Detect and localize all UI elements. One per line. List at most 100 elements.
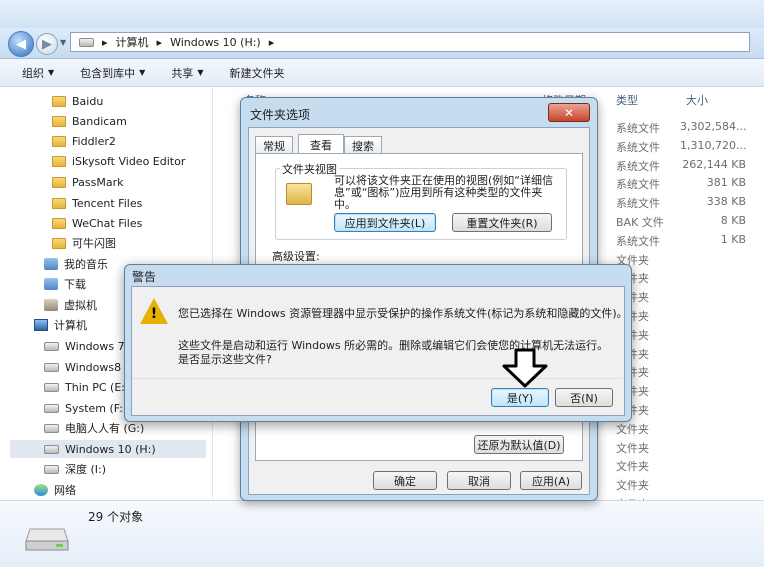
recent-pages-chevron-icon[interactable]: ▼ [60,38,66,47]
no-button[interactable]: 否(N) [555,388,613,407]
file-type-cell: 文件夹 [616,460,649,474]
folder-icon [52,115,66,127]
file-type-cell: 文件夹 [616,479,649,493]
folder-icon [52,135,66,147]
share-menu[interactable]: 共享 ▼ [171,65,203,81]
nav-item-label: 我的音乐 [64,258,108,271]
nav-item-label: System (F:) [65,401,128,415]
nav-item[interactable]: 计算机 [34,316,87,334]
nav-item-label: 计算机 [54,319,87,332]
nav-item-label: Baidu [72,94,104,108]
folder-icon [52,237,66,249]
nav-item-label: 下载 [64,278,86,291]
drive-icon [44,382,59,392]
forward-button[interactable]: ▶ [36,33,58,55]
column-header-type[interactable]: 类型 [616,92,638,108]
folder-options-title: 文件夹选项 [250,108,311,122]
nav-item[interactable]: iSkysoft Video Editor [52,152,185,170]
down-arrow-annotation-icon [502,348,548,388]
folder-icon [52,197,66,209]
nav-item[interactable]: Bandicam [52,112,127,130]
warning-title: 警告 [132,270,157,284]
nav-item[interactable]: Fiddler2 [52,132,116,150]
folder-view-icon [286,183,312,205]
drive-icon [44,444,59,454]
file-type-cell: 文件夹 [616,422,649,436]
share-label: 共享 [171,66,194,80]
nav-item[interactable]: System (F:) [44,399,127,417]
nav-item[interactable]: 我的音乐 [44,255,108,273]
nav-item-label: WeChat Files [72,216,143,230]
drive-icon [44,403,59,413]
nav-item-label: 电脑人人有 (G:) [65,422,145,435]
address-bar[interactable]: ▸ 计算机 ▸ Windows 10 (H:) ▸ [70,32,750,52]
column-header-size[interactable]: 大小 [686,92,708,108]
nav-item[interactable]: 深度 (I:) [44,460,106,478]
chevron-down-icon: ▼ [139,68,146,77]
nav-item-label: Bandicam [72,114,127,128]
folder-icon [52,155,66,167]
chevron-down-icon: ▼ [48,68,55,77]
nav-item[interactable]: 网络 [34,481,76,499]
back-button[interactable]: ◀ [8,31,34,57]
organize-menu[interactable]: 组织 ▼ [22,65,54,81]
nav-item-label: Tencent Files [72,196,143,210]
nav-item[interactable]: Baidu [52,92,103,110]
nav-item-label: 可牛闪图 [72,237,116,250]
new-folder-label: 新建文件夹 [229,66,285,80]
nav-item[interactable]: Windows 7 [44,337,125,355]
file-size-cell: 3,302,584... [680,120,747,133]
restore-defaults-button[interactable]: 还原为默认值(D) [474,435,564,454]
apply-to-folders-button[interactable]: 应用到文件夹(L) [334,213,436,232]
nav-item-label: 虚拟机 [64,299,97,312]
nav-item-label: 网络 [54,484,76,497]
breadcrumb-drive[interactable]: Windows 10 (H:) [170,36,261,49]
yes-button[interactable]: 是(Y) [491,388,549,407]
file-type-cell: 系统文件 [616,197,660,211]
nav-item-label: iSkysoft Video Editor [72,154,186,168]
ok-button[interactable]: 确定 [373,471,437,490]
warning-message-line3: 是否显示这些文件? [178,353,272,366]
breadcrumb-separator-icon: ▸ [156,35,163,49]
tab-view[interactable]: 查看 [298,134,344,155]
computer-icon [34,319,48,331]
include-in-library-label: 包含到库中 [80,66,136,80]
file-size-cell: 338 KB [706,195,746,209]
breadcrumb-separator-icon: ▸ [102,35,108,49]
nav-item[interactable]: Tencent Files [52,194,142,212]
hard-drive-icon [25,528,69,551]
file-type-cell: 系统文件 [616,140,660,154]
file-size-cell: 8 KB [720,214,746,227]
nav-item[interactable]: 可牛闪图 [52,234,116,252]
warning-message-line1: 您已选择在 Windows 资源管理器中显示受保护的操作系统文件(标记为系统和隐… [178,307,628,320]
file-size-cell: 262,144 KB [682,157,746,171]
reset-folders-button[interactable]: 重置文件夹(R) [452,213,552,232]
file-size-cell: 1 KB [720,232,746,246]
download-icon [44,278,58,290]
nav-item[interactable]: Windows 10 (H:) [10,440,206,458]
apply-button[interactable]: 应用(A) [520,471,582,490]
nav-item[interactable]: Windows8 (F [44,358,135,376]
drive-icon [44,341,59,351]
file-type-cell: 系统文件 [616,178,660,192]
cancel-button[interactable]: 取消 [447,471,511,490]
exclamation-mark: ! [150,306,158,322]
advanced-settings-label: 高级设置: [272,250,320,263]
item-count: 29 个对象 [88,510,144,524]
nav-item-label: PassMark [72,175,124,189]
new-folder-button[interactable]: 新建文件夹 [229,65,284,81]
nav-item[interactable]: WeChat Files [52,214,142,232]
breadcrumb-separator-icon: ▸ [268,35,275,49]
file-type-cell: 系统文件 [616,234,660,248]
include-in-library-menu[interactable]: 包含到库中 ▼ [80,65,145,81]
nav-item[interactable]: 虚拟机 [44,296,97,314]
close-icon[interactable]: ✕ [548,103,590,122]
nav-item-label: Thin PC (E:) [65,380,130,394]
nav-item[interactable]: PassMark [52,173,123,191]
drive-icon [79,37,94,47]
nav-item-label: Windows 10 (H:) [65,442,156,456]
breadcrumb-computer[interactable]: 计算机 [116,34,149,50]
drive-icon [44,362,59,372]
nav-item[interactable]: Thin PC (E:) [44,378,129,396]
nav-item[interactable]: 下载 [44,275,86,293]
